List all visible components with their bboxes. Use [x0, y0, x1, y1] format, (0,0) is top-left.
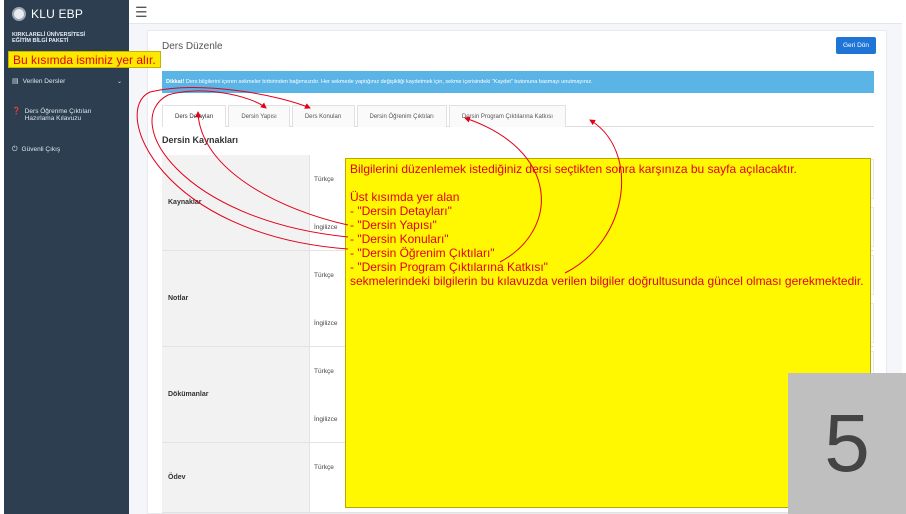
name-annotation: Bu kısımda isminiz yer alır.: [8, 51, 161, 68]
university-line2: EĞİTİM BİLGİ PAKETİ: [12, 38, 69, 44]
tab-program-ciktilari[interactable]: Dersin Program Çıktılarına Katkısı: [448, 105, 566, 127]
chevron-down-icon: ⌄: [116, 79, 122, 85]
row-label: Dökümanlar: [162, 347, 310, 442]
sidebar: KLU EBP KIRKLARELİ ÜNİVERSİTESİ EĞİTİM B…: [4, 0, 129, 514]
alert-text: Ders bilgilerini içeren sekmeler birbiri…: [184, 79, 593, 85]
university-logo-icon: [12, 7, 26, 21]
annotation-line: - "Dersin Yapısı": [350, 218, 437, 232]
sidebar-item-verilen-dersler[interactable]: ▤ Verilen Dersler ⌄: [12, 78, 122, 85]
topbar: ☰: [129, 0, 902, 24]
tab-ogrenim-ciktilari[interactable]: Dersin Öğrenim Çıktıları: [356, 105, 447, 127]
tab-bar: Ders Detayları Dersin Yapısı Ders Konula…: [162, 105, 874, 127]
sidebar-item-label-line1: Ders Öğrenme Çıktıları: [24, 108, 92, 115]
alert-bold: Dikkat!: [166, 79, 185, 85]
lang-label: Türkçe: [314, 271, 334, 279]
back-button[interactable]: Geri Dön: [835, 37, 876, 54]
row-label: Ödev: [162, 443, 310, 512]
warning-alert: Dikkat! Ders bilgilerini içeren sekmeler…: [162, 71, 874, 93]
page-title: Ders Düzenle: [162, 41, 223, 52]
sidebar-item-guvenli-cikis[interactable]: ⏻ Güvenli Çıkış: [12, 146, 122, 153]
tab-dersin-yapisi[interactable]: Dersin Yapısı: [228, 105, 290, 127]
book-icon: ▤: [12, 78, 19, 85]
annotation-line: - "Dersin Konuları": [350, 232, 449, 246]
menu-icon[interactable]: ☰: [135, 5, 148, 19]
university-name: KIRKLARELİ ÜNİVERSİTESİ EĞİTİM BİLGİ PAK…: [12, 32, 85, 44]
annotation-line: - "Dersin Program Çıktılarına Katkısı": [350, 260, 548, 274]
row-label: Notlar: [162, 251, 310, 346]
annotation-line: Bilgilerini düzenlemek istediğiniz dersi…: [350, 162, 797, 176]
section-title: Dersin Kaynakları: [162, 135, 239, 145]
lang-label: İngilizce: [314, 223, 338, 231]
annotation-line: - "Dersin Detayları": [350, 204, 452, 218]
row-label: Kaynaklar: [162, 155, 310, 250]
question-circle-icon: ❓: [12, 108, 21, 115]
tab-ders-konulari[interactable]: Ders Konuları: [291, 105, 355, 127]
annotation-line: Üst kısımda yer alan: [350, 190, 460, 204]
brand[interactable]: KLU EBP: [4, 0, 129, 28]
sidebar-item-label: Ders Öğrenme Çıktıları Hazırlama Kılavuz…: [25, 108, 92, 122]
annotation-line: sekmelerindeki bilgilerin bu kılavuzda v…: [350, 274, 864, 288]
lang-label: Türkçe: [314, 463, 334, 471]
lang-label: Türkçe: [314, 367, 334, 375]
lang-label: Türkçe: [314, 175, 334, 183]
brand-name: KLU EBP: [31, 7, 84, 21]
lang-label: İngilizce: [314, 319, 338, 327]
tab-ders-detaylari[interactable]: Ders Detayları: [162, 105, 227, 127]
power-icon: ⏻: [12, 146, 18, 153]
sidebar-item-label-line2: Hazırlama Kılavuzu: [24, 115, 82, 122]
slide-number: 5: [788, 373, 906, 514]
sidebar-item-label: Güvenli Çıkış: [21, 146, 61, 153]
sidebar-item-label: Verilen Dersler: [22, 78, 66, 85]
annotation-line: - "Dersin Öğrenim Çıktıları": [350, 246, 495, 260]
lang-label: İngilizce: [314, 415, 338, 423]
sidebar-item-kilavuz[interactable]: ❓ Ders Öğrenme Çıktıları Hazırlama Kılav…: [12, 108, 122, 122]
